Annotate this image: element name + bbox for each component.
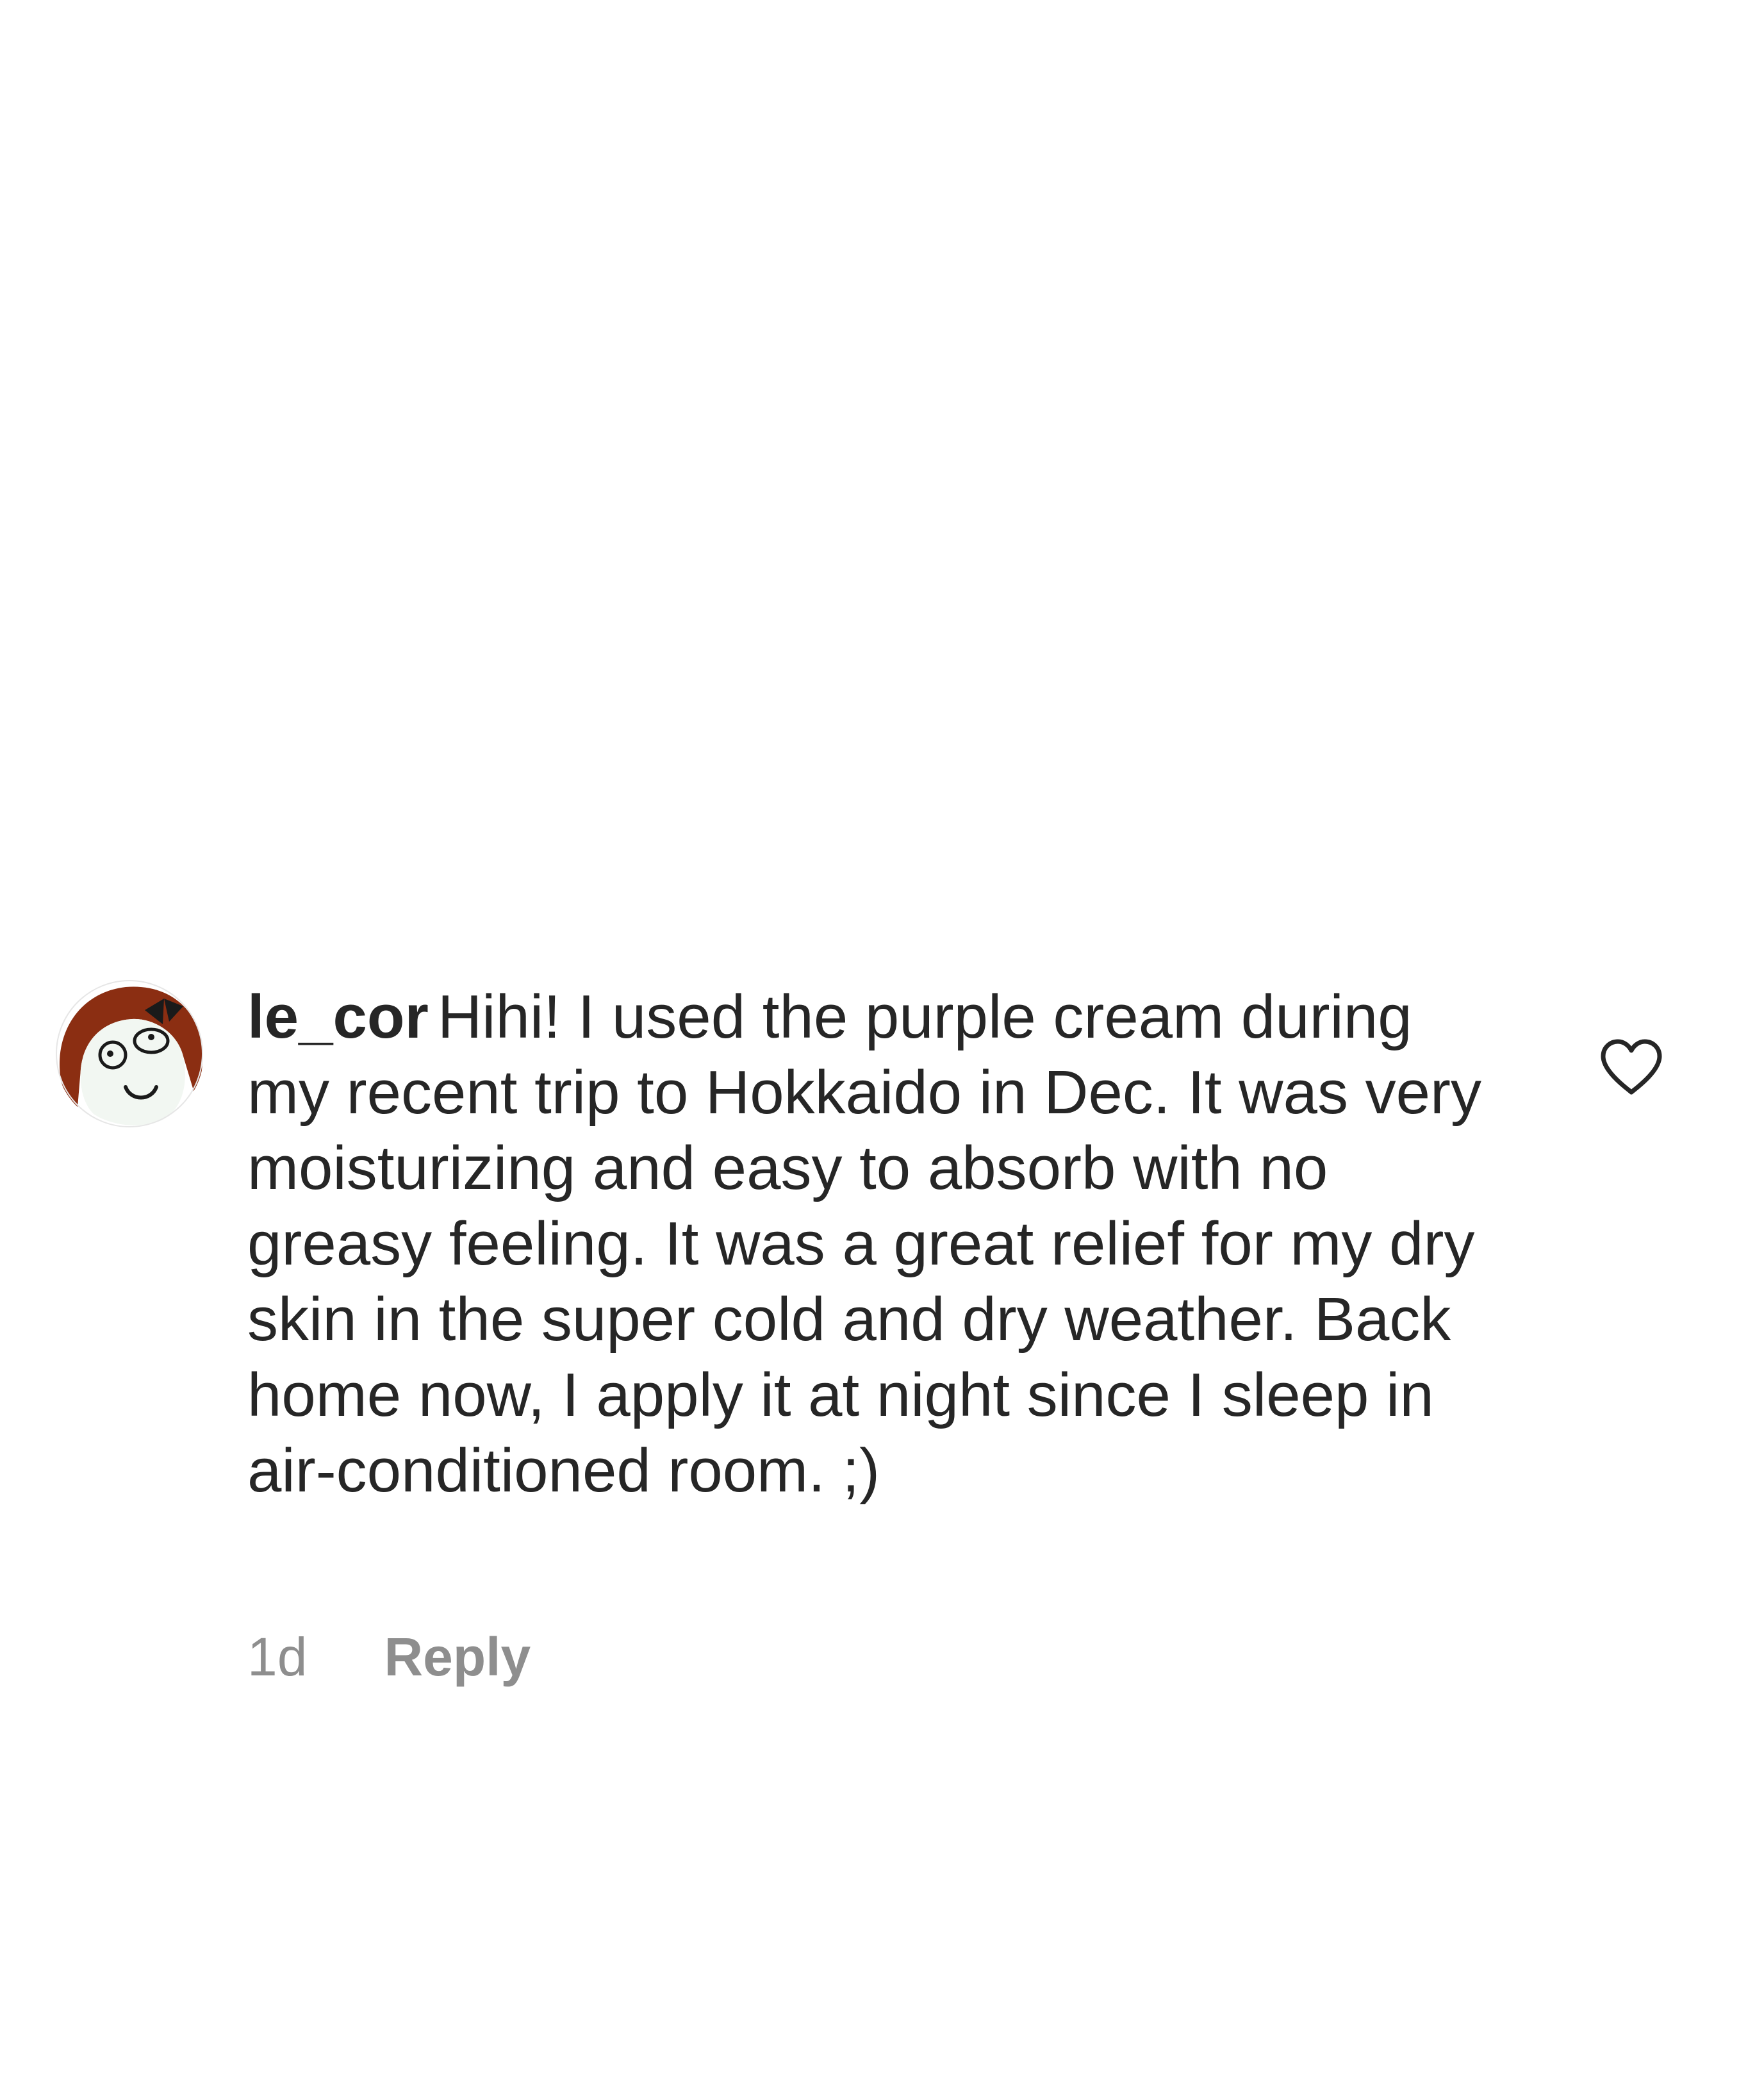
like-button[interactable] (1599, 1038, 1663, 1096)
comment-username[interactable]: le_cor (247, 983, 429, 1051)
comment-body: le_cor Hihi! I used the purple cream duri… (247, 979, 1503, 1509)
comment-item: le_cor Hihi! I used the purple cream duri… (0, 0, 1764, 2092)
reply-button[interactable]: Reply (384, 1626, 531, 1688)
comment-meta: 1d Reply (247, 1622, 531, 1692)
comment-timestamp: 1d (247, 1626, 308, 1687)
cartoon-face-avatar-icon (56, 980, 203, 1127)
avatar[interactable] (55, 979, 204, 1128)
heart-outline-icon (1601, 1039, 1662, 1095)
comment-text: Hihi! I used the purple cream during my … (247, 983, 1481, 1505)
